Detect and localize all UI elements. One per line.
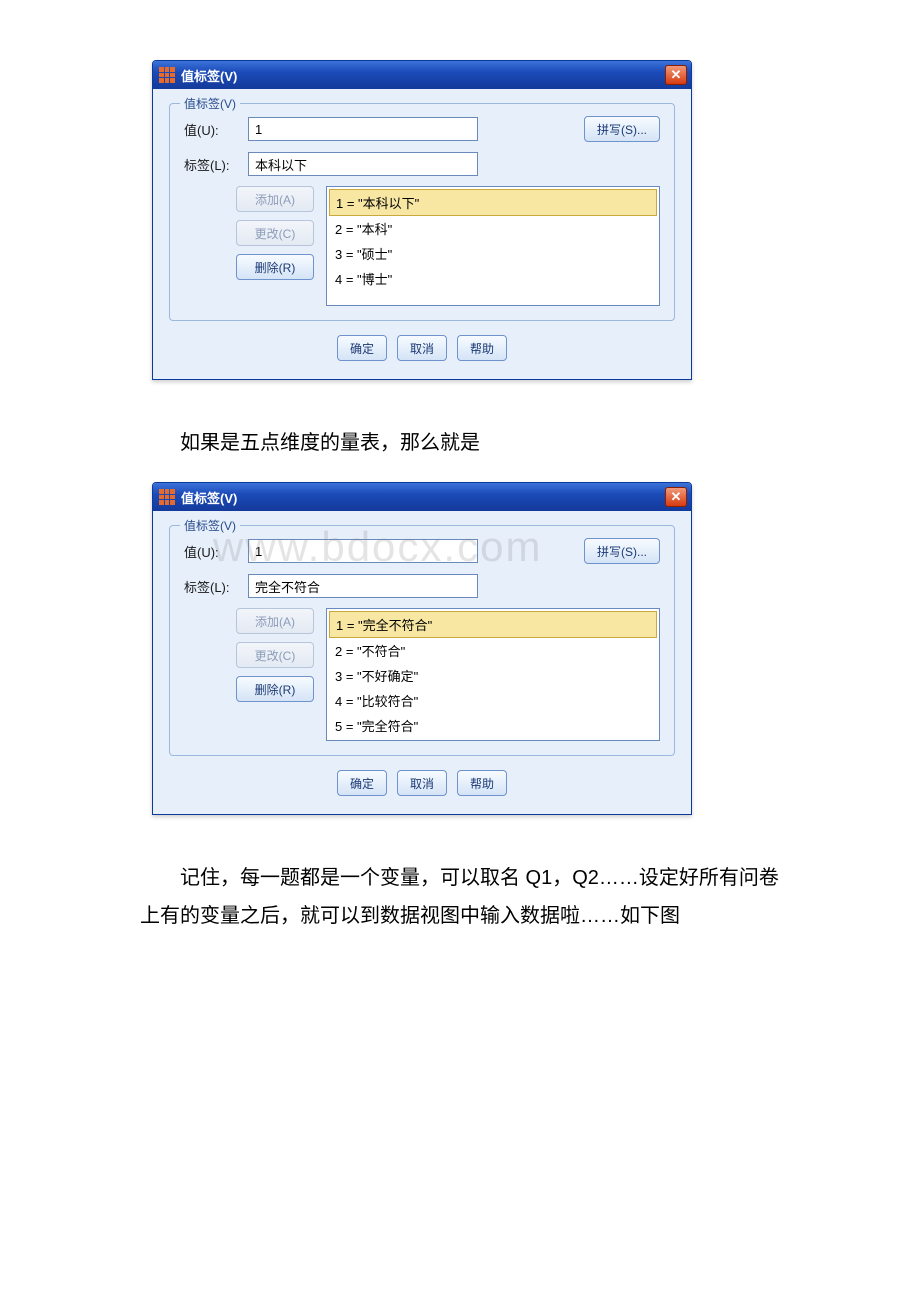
value-labels-dialog-1: 值标签(V) ✕ 值标签(V) 值(U): 拼写(S)... 标签(L):: [152, 60, 692, 380]
titlebar[interactable]: 值标签(V) ✕: [153, 483, 691, 511]
group-legend: 值标签(V): [180, 95, 240, 112]
dialog-title: 值标签(V): [181, 488, 237, 507]
value-field-label: 值(U):: [184, 120, 240, 139]
value-row: 值(U): 拼写(S)...: [184, 538, 660, 564]
add-button[interactable]: 添加(A): [236, 608, 314, 634]
spell-button[interactable]: 拼写(S)...: [584, 538, 660, 564]
side-buttons: 添加(A) 更改(C) 删除(R): [236, 186, 314, 280]
cancel-button[interactable]: 取消: [397, 335, 447, 361]
value-labels-group: 值标签(V) 值(U): 拼写(S)... 标签(L): 添加(A) 更改(C)…: [169, 525, 675, 756]
titlebar-left: 值标签(V): [159, 488, 237, 507]
list-item[interactable]: 3 = "不好确定": [329, 663, 657, 688]
value-list[interactable]: 1 = "本科以下"2 = "本科"3 = "硕士"4 = "博士": [326, 186, 660, 306]
dialog-title: 值标签(V): [181, 66, 237, 85]
ok-button[interactable]: 确定: [337, 335, 387, 361]
list-item[interactable]: 1 = "本科以下": [329, 189, 657, 216]
close-icon: ✕: [671, 489, 682, 505]
list-item[interactable]: 5 = "完全符合": [329, 713, 657, 738]
list-item[interactable]: 3 = "硕士": [329, 241, 657, 266]
close-icon: ✕: [671, 67, 682, 83]
change-button[interactable]: 更改(C): [236, 642, 314, 668]
dialog-body: 值标签(V) 值(U): 拼写(S)... 标签(L): 添加(A) 更改(C)…: [153, 511, 691, 814]
label-row: 标签(L):: [184, 574, 660, 598]
group-legend: 值标签(V): [180, 517, 240, 534]
list-item[interactable]: 2 = "不符合": [329, 638, 657, 663]
label-input[interactable]: [248, 152, 478, 176]
cancel-button[interactable]: 取消: [397, 770, 447, 796]
help-button[interactable]: 帮助: [457, 770, 507, 796]
help-button[interactable]: 帮助: [457, 335, 507, 361]
list-item[interactable]: 1 = "完全不符合": [329, 611, 657, 638]
label-input[interactable]: [248, 574, 478, 598]
label-row: 标签(L):: [184, 152, 660, 176]
list-item[interactable]: 4 = "比较符合": [329, 688, 657, 713]
label-field-label: 标签(L):: [184, 155, 240, 174]
delete-button[interactable]: 删除(R): [236, 676, 314, 702]
value-input[interactable]: [248, 539, 478, 563]
delete-button[interactable]: 删除(R): [236, 254, 314, 280]
close-button[interactable]: ✕: [665, 65, 687, 85]
list-item[interactable]: 2 = "本科": [329, 216, 657, 241]
label-field-label: 标签(L):: [184, 577, 240, 596]
list-area: 添加(A) 更改(C) 删除(R) 1 = "本科以下"2 = "本科"3 = …: [184, 186, 660, 306]
add-button[interactable]: 添加(A): [236, 186, 314, 212]
action-row: 确定 取消 帮助: [169, 335, 675, 361]
app-icon: [159, 489, 175, 505]
app-icon: [159, 67, 175, 83]
paragraph-between: 如果是五点维度的量表，那么就是: [140, 424, 780, 462]
action-row: 确定 取消 帮助: [169, 770, 675, 796]
paragraph-after: 记住，每一题都是一个变量，可以取名 Q1，Q2……设定好所有问卷上有的变量之后，…: [140, 859, 780, 935]
list-area: 添加(A) 更改(C) 删除(R) 1 = "完全不符合"2 = "不符合"3 …: [184, 608, 660, 741]
value-list[interactable]: 1 = "完全不符合"2 = "不符合"3 = "不好确定"4 = "比较符合"…: [326, 608, 660, 741]
spell-button[interactable]: 拼写(S)...: [584, 116, 660, 142]
value-labels-group: 值标签(V) 值(U): 拼写(S)... 标签(L): 添加(A) 更改(C)…: [169, 103, 675, 321]
dialog-body: 值标签(V) 值(U): 拼写(S)... 标签(L): 添加(A) 更改(C)…: [153, 89, 691, 379]
titlebar[interactable]: 值标签(V) ✕: [153, 61, 691, 89]
titlebar-left: 值标签(V): [159, 66, 237, 85]
ok-button[interactable]: 确定: [337, 770, 387, 796]
value-input[interactable]: [248, 117, 478, 141]
list-item[interactable]: 4 = "博士": [329, 266, 657, 291]
close-button[interactable]: ✕: [665, 487, 687, 507]
change-button[interactable]: 更改(C): [236, 220, 314, 246]
value-row: 值(U): 拼写(S)...: [184, 116, 660, 142]
side-buttons: 添加(A) 更改(C) 删除(R): [236, 608, 314, 702]
value-field-label: 值(U):: [184, 542, 240, 561]
value-labels-dialog-2: 值标签(V) ✕ 值标签(V) 值(U): 拼写(S)... 标签(L):: [152, 482, 692, 815]
